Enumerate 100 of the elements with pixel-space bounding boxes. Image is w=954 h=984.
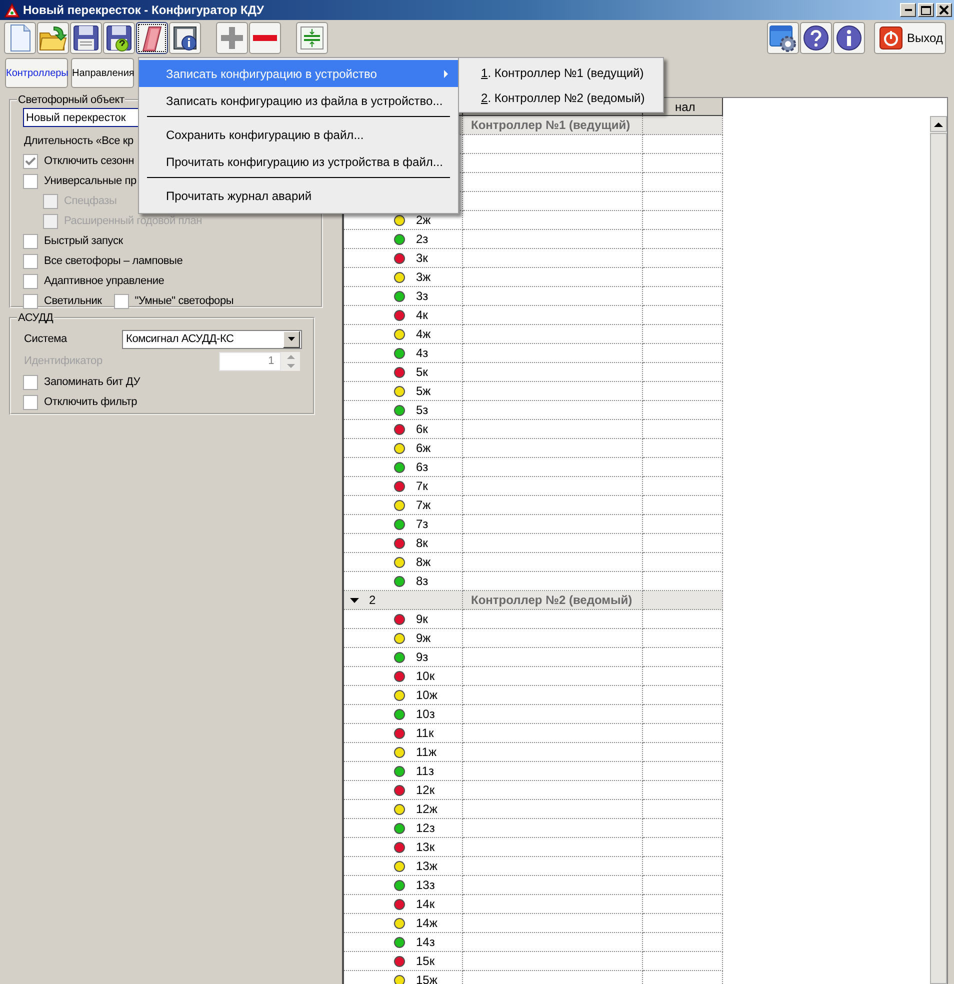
info-icon xyxy=(834,23,864,53)
close-icon xyxy=(939,5,949,15)
checkbox[interactable] xyxy=(23,394,38,410)
signal-label: 9з xyxy=(416,650,428,664)
duration-label: Длительность «Все кр xyxy=(24,135,134,147)
checkbox-label: Запоминать бит ДУ xyxy=(44,376,140,388)
minus-icon xyxy=(253,35,277,41)
window-gear-icon xyxy=(768,23,798,53)
signal-label: 15ж xyxy=(416,973,438,984)
minimize-icon xyxy=(904,9,912,11)
signal-label: 12з xyxy=(416,821,435,835)
toolbar-button[interactable] xyxy=(169,22,201,54)
checkbox[interactable] xyxy=(114,294,129,308)
signal-label: 11з xyxy=(416,764,434,778)
signal-label: 14ж xyxy=(416,916,438,930)
minimize-button[interactable] xyxy=(900,3,916,17)
checkbox[interactable] xyxy=(23,274,38,288)
signal-label: 4з xyxy=(416,346,428,360)
signal-label: 6з xyxy=(416,460,428,474)
signal-label: 3з xyxy=(416,289,428,303)
toolbar-button[interactable] xyxy=(70,22,102,54)
checkbox-label: Адаптивное управление xyxy=(44,275,164,287)
signal-label: 7з xyxy=(416,517,428,531)
signal-label: 10ж xyxy=(416,688,438,702)
signal-label: 15к xyxy=(416,954,435,968)
menu-item[interactable]: Прочитать конфигурацию из устройства в файл... xyxy=(139,148,458,175)
toolbar-button[interactable] xyxy=(833,22,865,54)
signal-label: 8ж xyxy=(416,555,431,569)
floppy-question-icon xyxy=(104,23,134,53)
signal-label: 6к xyxy=(416,422,428,436)
signal-label: 4к xyxy=(416,308,428,322)
scroll-up-icon xyxy=(932,120,945,128)
checkbox-label: Отключить сезонн xyxy=(44,155,134,167)
signal-label: 2з xyxy=(416,232,428,246)
window-title: Новый перекресток - Конфигуратор КДУ xyxy=(23,3,264,17)
checkbox[interactable] xyxy=(23,154,38,168)
signal-label: 3ж xyxy=(416,270,431,284)
menu-item[interactable]: Сохранить конфигурацию в файл... xyxy=(139,121,458,148)
group-title-cell: Контроллер №2 (ведомый) xyxy=(463,591,643,610)
checkbox-label: Светильник xyxy=(44,295,102,307)
checkbox[interactable] xyxy=(23,374,38,390)
checkbox-label: Быстрый запуск xyxy=(44,235,123,247)
signal-label: 12ж xyxy=(416,802,438,816)
signal-label: 8з xyxy=(416,574,428,588)
checkbox[interactable] xyxy=(23,234,38,248)
scroll-up-button[interactable] xyxy=(930,116,947,132)
help-icon xyxy=(801,23,831,53)
signal-label: 8к xyxy=(416,536,428,550)
system-dropdown[interactable]: Комсигнал АСУДД-КС xyxy=(122,330,302,348)
signal-label: 13к xyxy=(416,840,435,854)
toolbar-button[interactable] xyxy=(800,22,832,54)
signal-label: 5ж xyxy=(416,384,431,398)
signal-label: 6ж xyxy=(416,441,431,455)
identifier-field[interactable]: 1 xyxy=(219,352,281,370)
maximize-icon xyxy=(921,6,931,14)
group-number: 2 xyxy=(369,593,376,607)
checkbox-label: Все светофоры – ламповые xyxy=(44,255,183,267)
checkbox[interactable] xyxy=(23,174,38,188)
signal-label: 7к xyxy=(416,479,428,493)
power-icon xyxy=(879,26,903,50)
exit-button[interactable]: Выход xyxy=(874,22,946,54)
signal-label: 5к xyxy=(416,365,428,379)
toolbar-button[interactable] xyxy=(767,22,799,54)
menu-item[interactable]: Прочитать журнал аварий xyxy=(139,182,458,209)
warning-triangle-icon xyxy=(4,2,20,18)
signal-label: 11ж xyxy=(416,745,436,759)
tab[interactable]: Контроллеры xyxy=(5,58,68,88)
signal-label: 12к xyxy=(416,783,435,797)
maximize-button[interactable] xyxy=(918,3,934,17)
group-title: АСУДД xyxy=(17,312,54,324)
signal-label: 4ж xyxy=(416,327,431,341)
signal-label: 5з xyxy=(416,403,428,417)
signal-label: 14к xyxy=(416,897,435,911)
group-title-cell: Контроллер №1 (ведущий) xyxy=(463,116,643,135)
checkbox-label: "Умные" светофоры xyxy=(134,295,234,307)
checkbox-label: Отключить фильтр xyxy=(44,396,138,408)
toolbar-button[interactable] xyxy=(136,22,168,54)
menu-item[interactable]: Записать конфигурацию из файла в устройство... xyxy=(139,87,458,114)
signal-label: 3к xyxy=(416,251,428,265)
field-label: Система xyxy=(23,333,68,345)
tab[interactable]: Направления xyxy=(71,58,134,88)
checkbox[interactable] xyxy=(23,294,38,308)
spin-buttons[interactable] xyxy=(281,352,300,370)
group-row[interactable]: 2 Контроллер №2 (ведомый) xyxy=(344,591,930,610)
signal-label: 14з xyxy=(416,935,435,949)
checkbox[interactable] xyxy=(23,254,38,268)
signal-label: 13з xyxy=(416,878,435,892)
signal-label: 2ж xyxy=(416,213,431,227)
menu-item[interactable]: 1. Контроллер №1 (ведущий) xyxy=(459,60,663,85)
signal-label: 10з xyxy=(416,707,435,721)
signal-label: 7ж xyxy=(416,498,431,512)
group-title: Светофорный объект xyxy=(17,94,126,106)
signal-label: 13ж xyxy=(416,859,438,873)
close-button[interactable] xyxy=(936,3,952,17)
menu-item[interactable]: Записать конфигурацию в устройство xyxy=(139,60,458,87)
checkbox-label: Универсальные пр xyxy=(44,175,136,187)
signal-label: 10к xyxy=(416,669,435,683)
signal-label: 9к xyxy=(416,612,428,626)
signal-label: 11к xyxy=(416,726,434,740)
toolbar-button[interactable] xyxy=(103,22,135,54)
